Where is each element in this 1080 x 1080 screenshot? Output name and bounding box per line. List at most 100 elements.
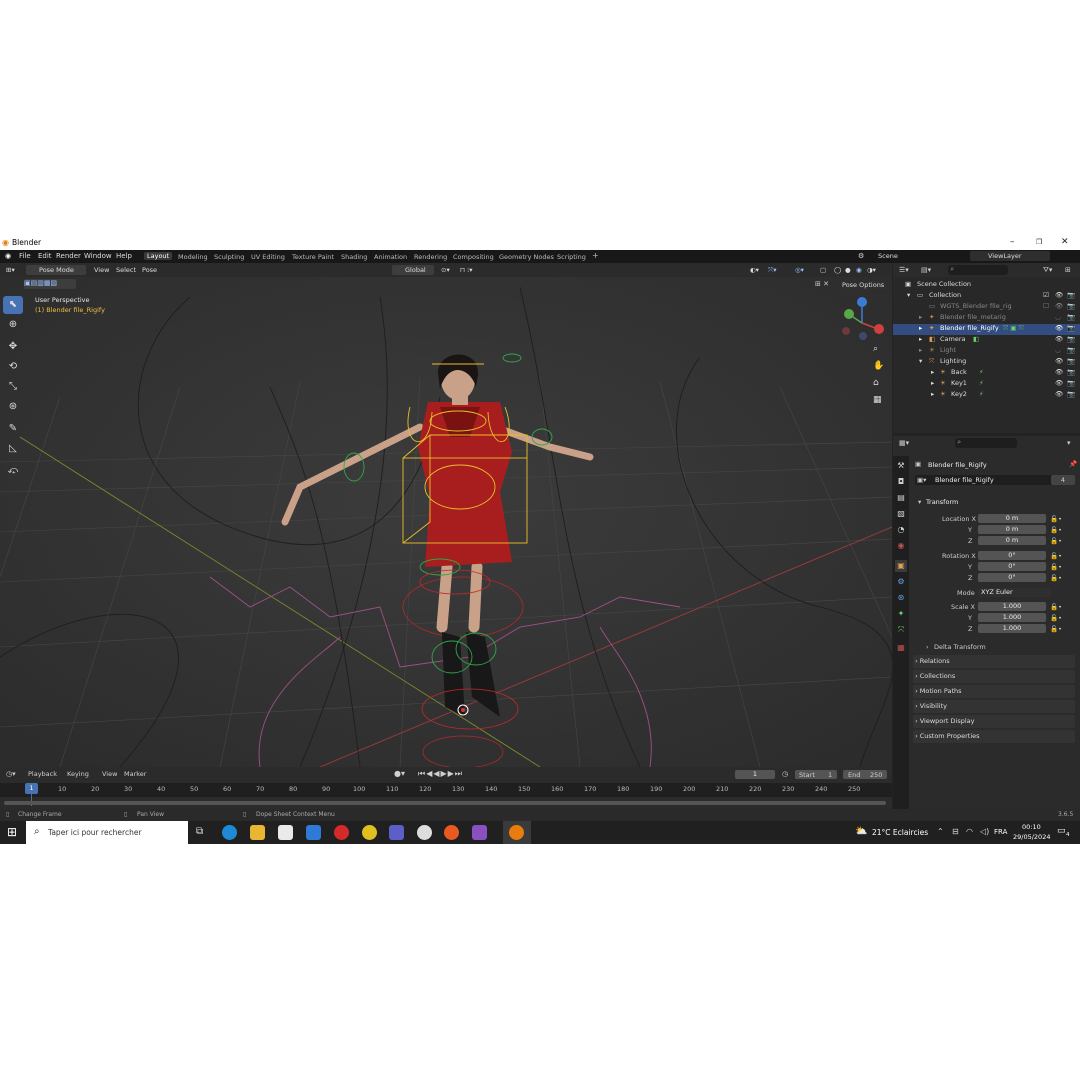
tab-modeling[interactable]: Modeling (178, 253, 208, 261)
camera-render-icon[interactable]: 📷 (1067, 346, 1075, 354)
solid-shading-icon[interactable]: ● (845, 266, 851, 274)
menu-render[interactable]: Render (56, 252, 81, 260)
current-frame-field[interactable]: 1 (735, 770, 775, 779)
move-tool-icon[interactable]: ✥ (3, 338, 23, 356)
outliner-item-lighting[interactable]: ▾ ⤧ Lighting 👁 📷 (893, 357, 1080, 368)
annotate-tool-icon[interactable]: ✎ (3, 420, 23, 438)
visibility-icon[interactable]: ◐▾ (750, 266, 759, 274)
eye-icon[interactable]: 👁 (1055, 324, 1063, 332)
armature-data-tab-icon[interactable]: ✦ (895, 608, 907, 620)
outliner-item-key2[interactable]: ▸ ☀ Key2 ⚡ 👁 📷 (893, 390, 1080, 401)
menu-marker[interactable]: Marker (124, 770, 146, 778)
output-tab-icon[interactable]: ▤ (895, 492, 907, 504)
properties-options-icon[interactable]: ▾ (1067, 439, 1071, 447)
outliner-item-back[interactable]: ▸ ☀ Back ⚡ 👁 📷 (893, 368, 1080, 379)
camera-render-icon[interactable]: 📷 (1067, 313, 1075, 321)
menu-edit[interactable]: Edit (38, 252, 52, 260)
orientation-selector[interactable]: Global (392, 265, 434, 275)
gizmo-icon[interactable]: ⤧▾ (768, 266, 776, 275)
world-tab-icon[interactable]: ◉ (895, 540, 907, 552)
panel-delta-transform[interactable]: Delta Transform (934, 643, 986, 651)
camera-render-icon[interactable]: 📷 (1067, 368, 1075, 376)
lock-icon[interactable]: 🔓• (1050, 574, 1062, 582)
tab-compositing[interactable]: Compositing (453, 253, 494, 261)
tab-scripting[interactable]: Scripting (557, 253, 586, 261)
render-tab-icon[interactable]: ◘ (895, 476, 907, 488)
location-z-field[interactable]: 0 m (978, 536, 1046, 545)
lock-icon[interactable]: 🔓• (1050, 552, 1062, 560)
scale-x-field[interactable]: 1.000 (978, 602, 1046, 611)
tab-layout[interactable]: Layout (144, 252, 173, 260)
select-box-tool-icon[interactable]: ⬉ (3, 296, 23, 314)
display-mode-icon[interactable]: ▤▾ (921, 266, 931, 274)
scene-icon[interactable]: ⚙ (858, 252, 864, 260)
eye-hidden-icon[interactable]: ◡ (1055, 313, 1061, 321)
3d-viewport[interactable]: User Perspective (1) Blender file_Rigify… (0, 277, 892, 767)
timeline-scrollbar[interactable] (4, 801, 886, 805)
outliner-root[interactable]: ▣ Scene Collection (893, 280, 1080, 291)
add-workspace-icon[interactable]: + (592, 251, 599, 260)
panel-relations[interactable]: › Relations (913, 655, 1075, 668)
menu-keying[interactable]: Keying (67, 770, 89, 778)
lock-icon[interactable]: 🔓• (1050, 526, 1062, 534)
eye-icon[interactable]: 👁 (1055, 368, 1063, 376)
lock-icon[interactable]: 🔓• (1050, 603, 1062, 611)
camera-render-icon[interactable]: 📷 (1067, 357, 1075, 365)
teams-icon[interactable] (389, 825, 404, 840)
network-icon[interactable]: ⊟ (952, 827, 959, 836)
rotate-tool-icon[interactable]: ⟲ (3, 358, 23, 376)
rotation-z-field[interactable]: 0° (978, 573, 1046, 582)
tab-sculpting[interactable]: Sculpting (214, 253, 244, 261)
lock-icon[interactable]: 🔓• (1050, 614, 1062, 622)
filter-icon[interactable]: ⛛▾ (1043, 266, 1052, 275)
location-y-field[interactable]: 0 m (978, 525, 1046, 534)
panel-custom-properties[interactable]: › Custom Properties (913, 730, 1075, 743)
rotation-x-field[interactable]: 0° (978, 551, 1046, 560)
camera-render-icon[interactable]: 📷 (1067, 390, 1075, 398)
data-block-field[interactable]: ▣▾ Blender file_Rigify 4 (915, 475, 1075, 485)
tab-geometry-nodes[interactable]: Geometry Nodes (499, 253, 554, 261)
menu-timeline-view[interactable]: View (102, 770, 117, 778)
menu-file[interactable]: File (19, 252, 31, 260)
lock-icon[interactable]: 🔓• (1050, 625, 1062, 633)
measure-tool-icon[interactable]: ◺ (3, 440, 23, 458)
eye-icon[interactable]: 👁 (1055, 357, 1063, 365)
windows-start-icon[interactable]: ⊞ (7, 825, 17, 839)
eye-icon[interactable]: 👁 (1055, 379, 1063, 387)
volume-icon[interactable]: ◁) (980, 827, 989, 836)
tab-rendering[interactable]: Rendering (414, 253, 447, 261)
transform-panel-title[interactable]: Transform (926, 498, 958, 506)
rotation-y-field[interactable]: 0° (978, 562, 1046, 571)
tab-uv-editing[interactable]: UV Editing (251, 253, 285, 261)
editor-type-icon[interactable]: ⊞▾ (6, 266, 15, 274)
notification-icon[interactable]: ▭ (1057, 826, 1066, 836)
opera-icon[interactable] (334, 825, 349, 840)
modifier-tab-icon[interactable]: ⚙ (895, 576, 907, 588)
close-icon[interactable]: ✕ (1061, 237, 1069, 247)
language-indicator[interactable]: FRA (994, 828, 1007, 836)
maximize-icon[interactable]: ❐ (1036, 238, 1042, 246)
snap-icon[interactable]: ⊓ ⁝▾ (460, 266, 472, 274)
select-mode-icons[interactable]: ▣▤▥▦▧ (24, 279, 76, 289)
outliner-item-camera[interactable]: ▸ ◧ Camera ◧ 👁 📷 (893, 335, 1080, 346)
transform-tool-icon[interactable]: ⊛ (3, 398, 23, 416)
scale-y-field[interactable]: 1.000 (978, 613, 1046, 622)
menu-help[interactable]: Help (116, 252, 132, 260)
camera-view-icon[interactable]: ⌂ (873, 378, 879, 388)
panel-motion-paths[interactable]: › Motion Paths (913, 685, 1075, 698)
camera-render-icon[interactable]: 📷 (1067, 379, 1075, 387)
location-x-field[interactable]: 0 m (978, 514, 1046, 523)
menu-view[interactable]: View (94, 266, 109, 274)
outliner-item-wgts[interactable]: ▭ WGTS_Blender file_rig ☐ 👁 📷 (893, 302, 1080, 313)
panel-collections[interactable]: › Collections (913, 670, 1075, 683)
xray-icon[interactable]: ▢ (820, 266, 826, 274)
checkbox-icon[interactable]: ☑ (1043, 291, 1049, 299)
store-icon[interactable] (278, 825, 293, 840)
eye-icon[interactable]: 👁 (1055, 291, 1063, 299)
record-icon[interactable]: ●▾ (394, 769, 405, 778)
eye-hidden-icon[interactable]: ◡ (1055, 346, 1061, 354)
minimize-icon[interactable]: – (1010, 237, 1015, 247)
chrome-icon[interactable] (362, 825, 377, 840)
cursor-tool-icon[interactable]: ⊕ (3, 316, 23, 334)
blender-taskbar-button[interactable] (503, 821, 531, 844)
